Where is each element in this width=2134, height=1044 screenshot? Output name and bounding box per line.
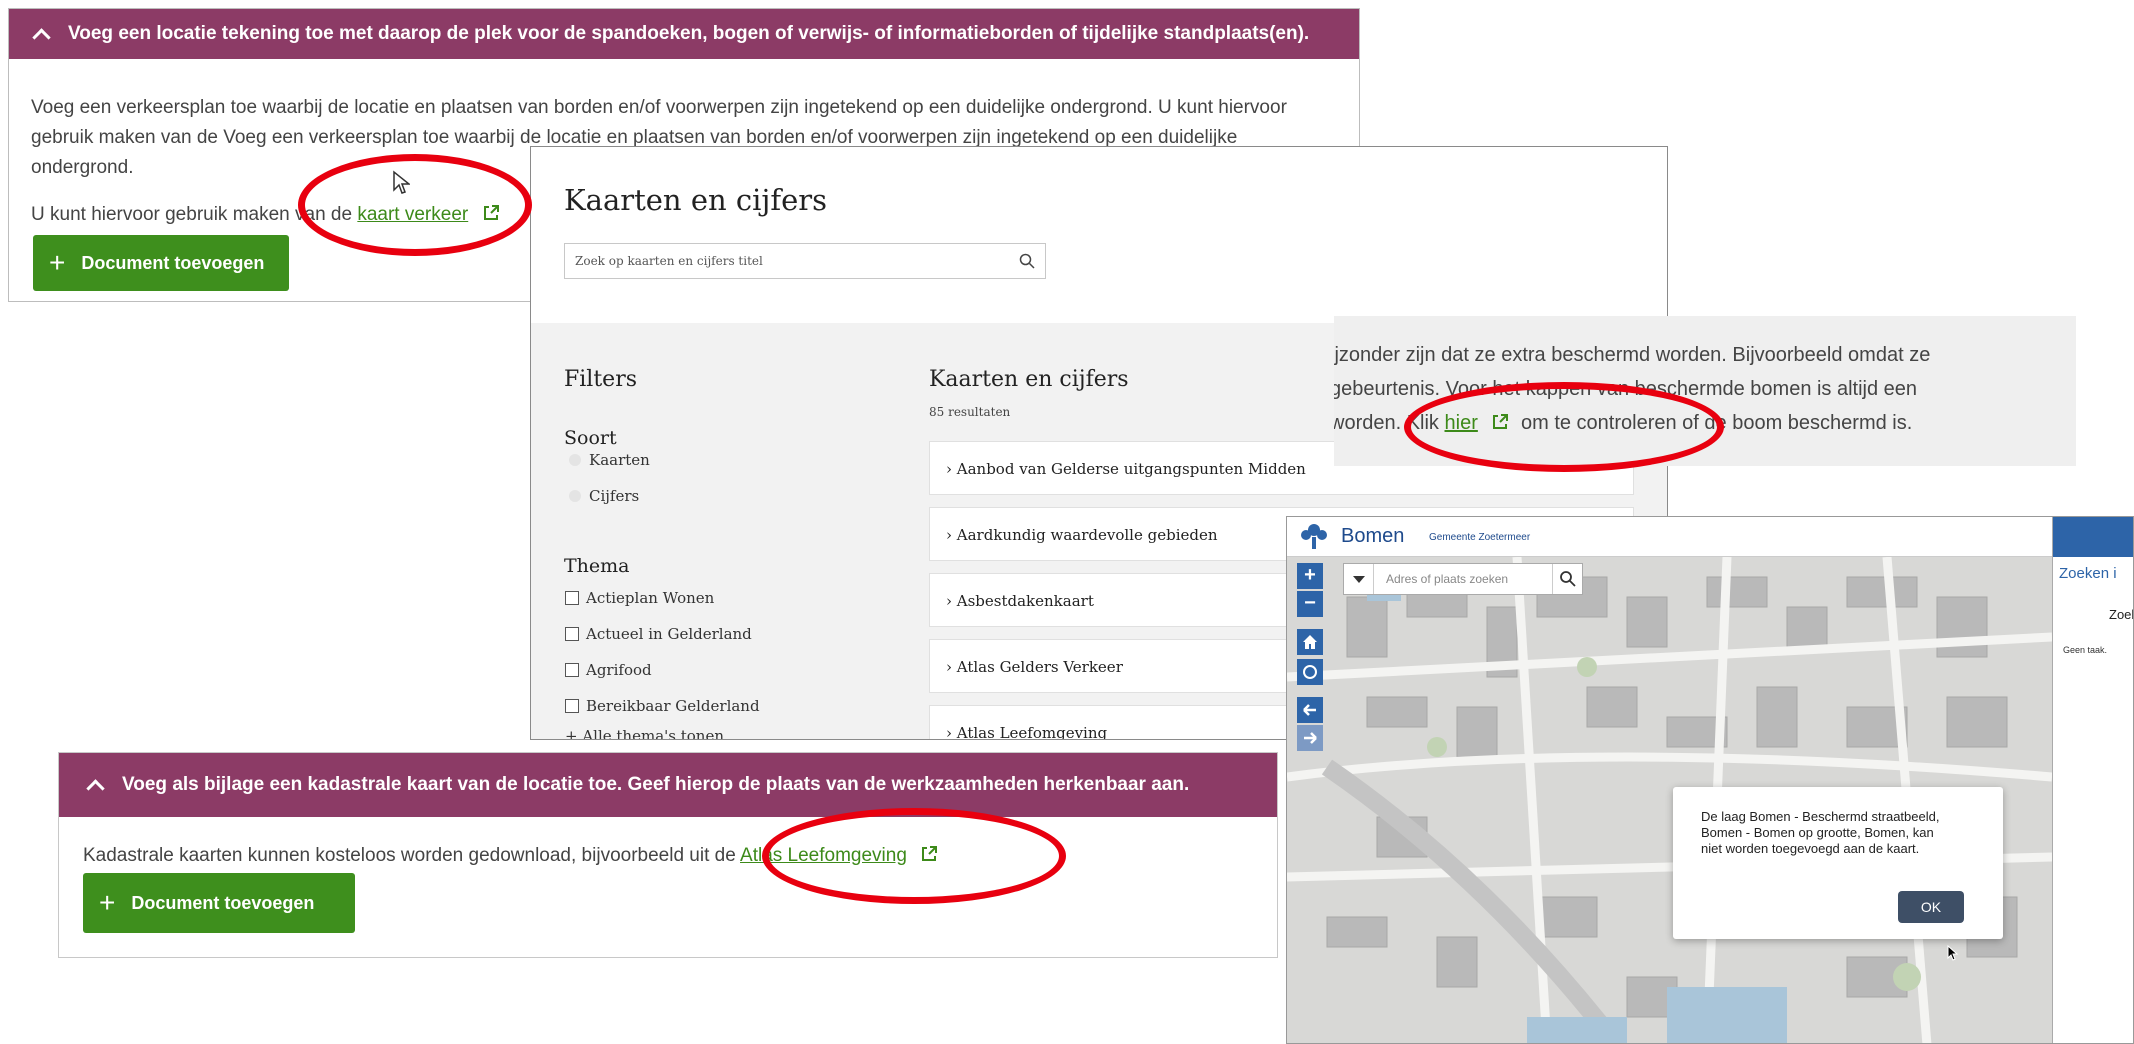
search-input[interactable]: Zoek op kaarten en cijfers titel <box>564 243 1046 279</box>
locate-button[interactable] <box>1297 659 1323 685</box>
checkbox-label: Actieplan Wonen <box>586 589 715 607</box>
accordion-cadastral-map: Voeg als bijlage een kadastrale kaart va… <box>58 752 1278 958</box>
map-canvas[interactable] <box>1287 517 2052 1044</box>
checkbox-actieplan-wonen[interactable]: Actieplan Wonen <box>565 589 714 607</box>
home-button[interactable] <box>1297 629 1323 655</box>
results-count: 85 resultaten <box>929 405 1011 419</box>
map-viewer: Bomen Gemeente Zoetermeer + − Adres of p… <box>1286 516 2134 1044</box>
hier-link[interactable]: hier <box>1445 412 1478 434</box>
locate-icon <box>1303 665 1317 679</box>
radio-icon <box>569 454 581 466</box>
plus-icon: + <box>99 887 116 918</box>
address-search-button[interactable] <box>1552 564 1582 594</box>
checkbox-label: Actueel in Gelderland <box>586 625 752 643</box>
accordion-help-line: U kunt hiervoor gebruik maken van de kaa… <box>31 204 500 226</box>
home-icon <box>1303 635 1317 649</box>
snippet-text: om te controleren of de boom beschermd i… <box>1520 412 1913 434</box>
snippet-line: gebeurtenis. Voor het kappen van bescher… <box>1334 378 1918 400</box>
protected-trees-snippet: ijzonder zijn dat ze extra beschermd wor… <box>1334 316 2076 466</box>
app-title: Bomen <box>1341 525 1405 547</box>
document-add-button[interactable]: + Document toevoegen <box>33 235 289 291</box>
accordion-description: Kadastrale kaarten kunnen kosteloos word… <box>83 845 938 867</box>
results-heading: Kaarten en cijfers <box>929 367 1129 392</box>
search-tab[interactable]: Zoeken i <box>2059 565 2117 582</box>
layer-error-dialog: De laag Bomen - Beschermd straatbeeld, B… <box>1673 787 2003 939</box>
back-button[interactable] <box>1297 697 1323 723</box>
document-add-button[interactable]: + Document toevoegen <box>83 873 355 933</box>
checkbox-icon <box>565 663 579 677</box>
atlas-leefomgeving-link[interactable]: Atlas Leefomgeving <box>740 845 907 866</box>
zoom-out-button[interactable]: − <box>1297 591 1323 617</box>
chevron-up-icon <box>86 779 105 798</box>
accordion-title: Voeg als bijlage een kadastrale kaart va… <box>122 774 1190 795</box>
button-label: Document toevoegen <box>81 252 265 273</box>
page-header <box>531 147 1667 323</box>
checkbox-actueel-in-gelderland[interactable]: Actueel in Gelderland <box>565 625 752 643</box>
help-text: U kunt hiervoor gebruik maken van de <box>31 204 353 225</box>
checkbox-icon <box>565 627 579 641</box>
description-text: Kadastrale kaarten kunnen kosteloos word… <box>83 845 736 866</box>
search-icon <box>1560 571 1576 587</box>
radio-label: Kaarten <box>589 451 650 469</box>
side-panel: Zoeken i Zoel Geen taak. <box>2052 517 2133 1043</box>
external-link-icon <box>1493 414 1509 429</box>
ok-button[interactable]: OK <box>1898 891 1964 923</box>
accordion-title: Voeg een locatie tekening toe met daarop… <box>68 23 1310 44</box>
checkbox-label: Bereikbaar Gelderland <box>586 697 760 715</box>
dialog-message: De laag Bomen - Beschermd straatbeeld, B… <box>1701 809 1940 856</box>
address-search-input[interactable]: Adres of plaats zoeken <box>1343 563 1583 595</box>
arrow-right-icon <box>1304 732 1317 744</box>
checkbox-label: Agrifood <box>586 661 652 679</box>
checkbox-icon <box>565 699 579 713</box>
search-placeholder: Zoek op kaarten en cijfers titel <box>575 254 763 268</box>
mouse-cursor-icon <box>393 170 410 194</box>
kaart-verkeer-link[interactable]: kaart verkeer <box>357 204 468 225</box>
thema-heading: Thema <box>564 555 630 577</box>
page-title: Kaarten en cijfers <box>564 183 828 217</box>
radio-cijfers[interactable]: Cijfers <box>569 487 639 505</box>
caret-down-icon <box>1353 576 1365 583</box>
show-all-themes-link[interactable]: + Alle thema's tonen <box>565 727 724 739</box>
checkbox-agrifood[interactable]: Agrifood <box>565 661 652 679</box>
button-label: Document toevoegen <box>131 892 315 913</box>
search-icon[interactable] <box>1019 253 1035 269</box>
radio-label: Cijfers <box>589 487 640 505</box>
search-dropdown[interactable] <box>1344 564 1374 594</box>
accordion-header[interactable]: Voeg als bijlage een kadastrale kaart va… <box>59 753 1277 817</box>
app-subtitle: Gemeente Zoetermeer <box>1429 532 1531 543</box>
snippet-line: ijzonder zijn dat ze extra beschermd wor… <box>1334 344 1931 366</box>
radio-icon <box>569 490 581 502</box>
plus-icon: + <box>49 247 66 278</box>
arrow-left-icon <box>1303 704 1316 716</box>
forward-button[interactable] <box>1297 725 1323 751</box>
tree-logo-icon <box>1301 524 1327 549</box>
checkbox-bereikbaar-gelderland[interactable]: Bereikbaar Gelderland <box>565 697 760 715</box>
snippet-line: worden. Klik hier om te controleren of d… <box>1334 412 1912 435</box>
chevron-up-icon <box>32 28 51 47</box>
snippet-text: worden. Klik <box>1334 412 1439 434</box>
external-link-icon <box>922 846 938 861</box>
checkbox-icon <box>565 591 579 605</box>
mouse-cursor-icon <box>1947 945 1959 961</box>
zoom-in-button[interactable]: + <box>1297 563 1323 589</box>
search-subtab[interactable]: Zoel <box>2109 607 2133 622</box>
map-topbar: Bomen Gemeente Zoetermeer <box>1287 517 2052 557</box>
accordion-header[interactable]: Voeg een locatie tekening toe met daarop… <box>9 9 1359 59</box>
soort-heading: Soort <box>564 427 617 449</box>
radio-kaarten[interactable]: Kaarten <box>569 451 650 469</box>
side-panel-header <box>2053 517 2133 557</box>
no-task-text: Geen taak. <box>2063 645 2108 655</box>
external-link-icon <box>483 205 499 220</box>
filters-heading: Filters <box>564 367 638 392</box>
address-placeholder: Adres of plaats zoeken <box>1386 572 1509 586</box>
